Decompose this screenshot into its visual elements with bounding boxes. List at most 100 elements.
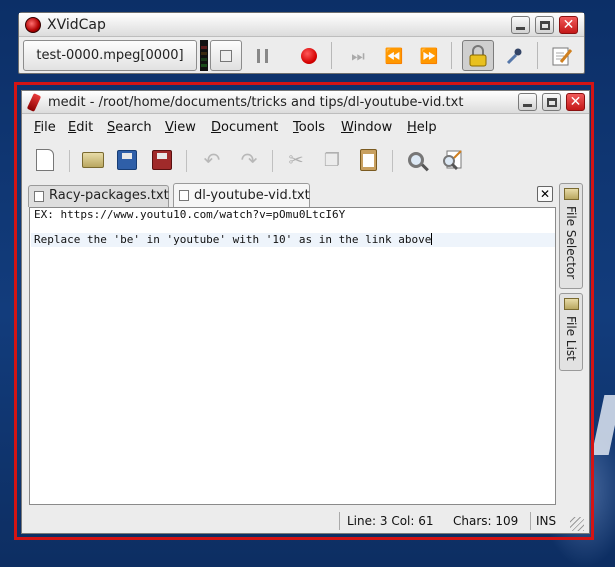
char-count: Chars: 109 bbox=[453, 514, 519, 528]
menu-document[interactable]: Document bbox=[211, 120, 278, 135]
color-picker-button[interactable] bbox=[498, 40, 530, 71]
folder-icon bbox=[564, 188, 579, 200]
step-button[interactable]: ⏭ bbox=[342, 40, 374, 71]
maximize-button[interactable] bbox=[542, 93, 561, 111]
paste-icon bbox=[359, 149, 377, 171]
close-button[interactable]: ✕ bbox=[559, 16, 578, 34]
status-bar: Line: 3 Col: 61 Chars: 109 INS bbox=[22, 509, 589, 533]
editor-line-3-text: Replace the 'be' in 'youtube' with '10' … bbox=[34, 233, 432, 246]
xvidcap-window: XVidCap ✕ test-0000.mpeg[0000] ⏭ ⏪ ⏩ bbox=[18, 12, 585, 74]
undo-icon: ↶ bbox=[203, 148, 221, 172]
toolbar-separator bbox=[392, 150, 393, 172]
tab-label: dl-youtube-vid.txt bbox=[194, 188, 310, 203]
cut-button[interactable]: ✂ bbox=[283, 147, 309, 173]
tab-racy-packages[interactable]: Racy-packages.txt bbox=[28, 185, 169, 207]
redo-icon: ↷ bbox=[240, 148, 258, 172]
file-selector-tab[interactable]: File Selector bbox=[559, 183, 583, 289]
xvidcap-app-icon bbox=[25, 17, 41, 33]
new-document-icon bbox=[36, 149, 54, 171]
folder-icon bbox=[564, 298, 579, 310]
new-document-button[interactable] bbox=[32, 147, 58, 173]
rewind-icon: ⏪ bbox=[384, 46, 404, 65]
eyedropper-icon bbox=[506, 48, 522, 64]
menu-window[interactable]: Window bbox=[341, 120, 392, 135]
rewind-button[interactable]: ⏪ bbox=[378, 40, 410, 71]
pause-icon bbox=[256, 48, 268, 63]
document-tabs: Racy-packages.txt dl-youtube-vid.txt bbox=[28, 183, 553, 208]
save-button[interactable] bbox=[114, 147, 140, 173]
maximize-icon bbox=[546, 97, 557, 107]
maximize-icon bbox=[539, 20, 550, 30]
document-icon bbox=[179, 190, 189, 201]
open-folder-icon bbox=[82, 152, 104, 168]
main-toolbar: ↶ ↷ ✂ ❐ bbox=[22, 141, 589, 177]
close-button[interactable]: ✕ bbox=[566, 93, 585, 111]
status-divider bbox=[339, 512, 340, 530]
undo-button[interactable]: ↶ bbox=[199, 147, 225, 173]
medit-app-icon bbox=[26, 93, 42, 112]
document-icon bbox=[34, 191, 44, 202]
menu-search[interactable]: Search bbox=[107, 120, 152, 135]
record-button[interactable] bbox=[293, 40, 325, 71]
menu-view[interactable]: View bbox=[165, 120, 196, 135]
toolbar-separator bbox=[186, 150, 187, 172]
file-list-label: File List bbox=[564, 316, 578, 361]
tab-label: Racy-packages.txt bbox=[49, 188, 169, 203]
tab-dl-youtube-vid[interactable]: dl-youtube-vid.txt bbox=[173, 183, 310, 208]
menu-file[interactable]: File bbox=[34, 120, 56, 135]
menubar: File Edit Search View Document Tools Win… bbox=[22, 117, 589, 139]
insert-mode: INS bbox=[536, 514, 557, 528]
toolbar-separator bbox=[272, 150, 273, 172]
menu-tools[interactable]: Tools bbox=[293, 120, 325, 135]
side-panel: File Selector File List bbox=[559, 183, 585, 503]
menu-help[interactable]: Help bbox=[407, 120, 437, 135]
save-as-icon bbox=[152, 150, 172, 170]
stop-icon bbox=[220, 49, 232, 62]
save-icon bbox=[117, 150, 137, 170]
medit-window: medit - /root/home/documents/tricks and … bbox=[21, 90, 590, 534]
menu-edit[interactable]: Edit bbox=[68, 120, 93, 135]
close-icon: ✕ bbox=[562, 17, 575, 33]
minimize-button[interactable] bbox=[511, 16, 530, 34]
output-file-button[interactable]: test-0000.mpeg[0000] bbox=[23, 40, 197, 71]
minimize-icon bbox=[516, 27, 525, 30]
close-icon: ✕ bbox=[569, 94, 582, 110]
find-button[interactable] bbox=[403, 147, 429, 173]
toolbar-divider bbox=[537, 42, 538, 69]
xvidcap-titlebar[interactable]: XVidCap ✕ bbox=[19, 13, 584, 37]
edit-preferences-button[interactable] bbox=[546, 40, 578, 71]
level-meter bbox=[200, 40, 208, 71]
text-caret bbox=[431, 233, 433, 245]
toolbar-separator bbox=[69, 150, 70, 172]
copy-button[interactable]: ❐ bbox=[319, 147, 345, 173]
status-divider bbox=[530, 512, 531, 530]
xvidcap-title: XVidCap bbox=[47, 17, 106, 33]
file-selector-label: File Selector bbox=[564, 206, 578, 280]
redo-button[interactable]: ↷ bbox=[236, 147, 262, 173]
pause-button[interactable] bbox=[246, 40, 278, 71]
record-icon bbox=[301, 47, 317, 64]
minimize-icon bbox=[523, 104, 532, 107]
forward-icon: ⏩ bbox=[419, 46, 439, 65]
close-tab-button[interactable]: ✕ bbox=[537, 186, 553, 202]
copy-icon: ❐ bbox=[323, 149, 341, 171]
toolbar-divider bbox=[331, 42, 332, 69]
lock-icon bbox=[469, 44, 487, 66]
file-list-tab[interactable]: File List bbox=[559, 293, 583, 371]
minimize-button[interactable] bbox=[518, 93, 537, 111]
medit-title: medit - /root/home/documents/tricks and … bbox=[48, 95, 464, 110]
save-as-button[interactable] bbox=[149, 147, 175, 173]
paste-button[interactable] bbox=[355, 147, 381, 173]
maximize-button[interactable] bbox=[535, 16, 554, 34]
forward-button[interactable]: ⏩ bbox=[413, 40, 445, 71]
stop-button[interactable] bbox=[210, 40, 242, 71]
text-editor[interactable]: EX: https://www.youtu10.com/watch?v=pOmu… bbox=[29, 207, 556, 505]
medit-titlebar[interactable]: medit - /root/home/documents/tricks and … bbox=[22, 91, 589, 114]
editor-line-3: Replace the 'be' in 'youtube' with '10' … bbox=[34, 233, 433, 247]
find-replace-button[interactable] bbox=[439, 147, 465, 173]
open-button[interactable] bbox=[80, 147, 106, 173]
cursor-position: Line: 3 Col: 61 bbox=[347, 514, 434, 528]
resize-grip[interactable] bbox=[570, 517, 584, 531]
lock-toggle[interactable] bbox=[462, 40, 494, 71]
find-icon bbox=[408, 152, 424, 168]
